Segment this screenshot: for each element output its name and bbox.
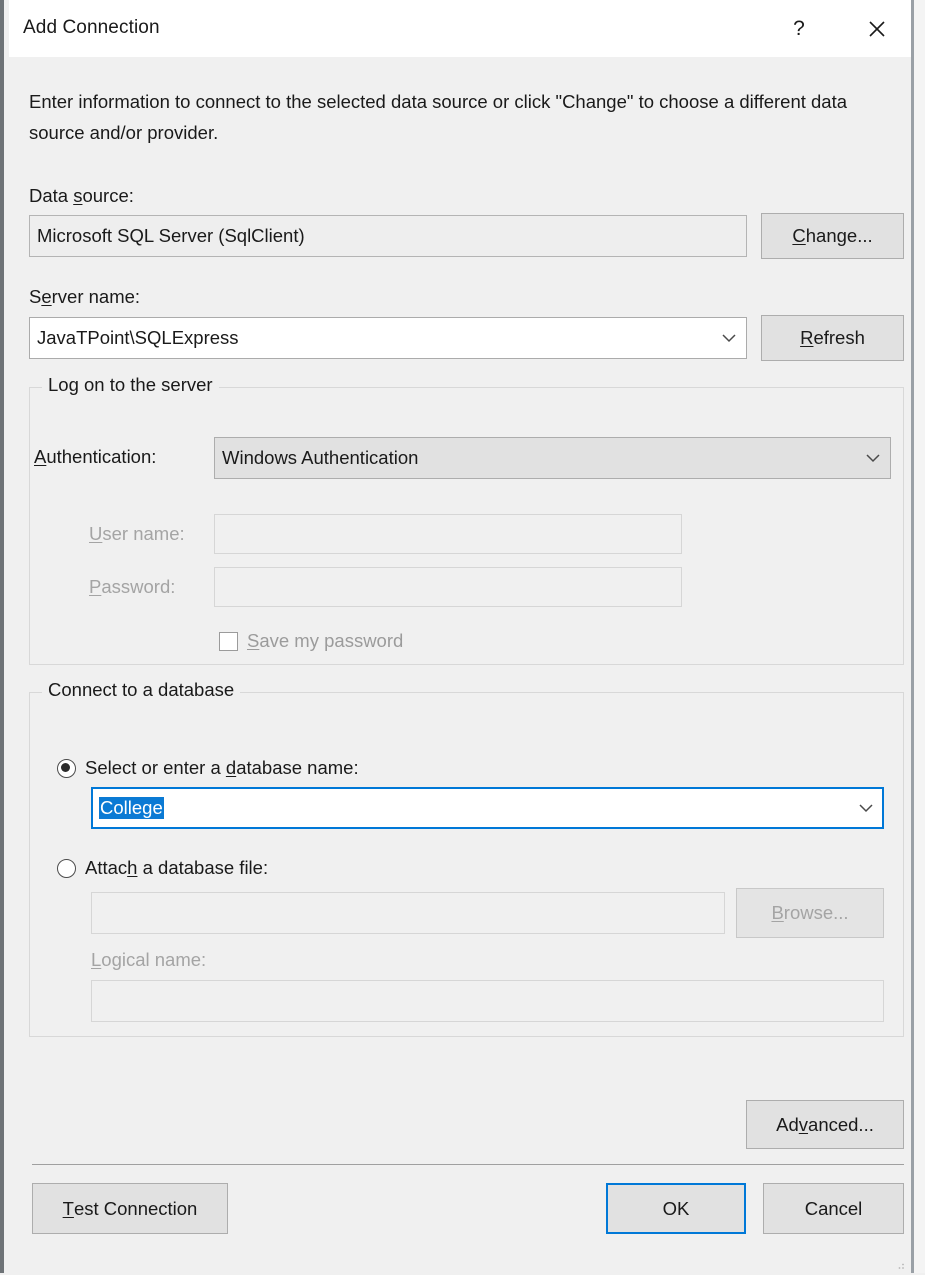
test-connection-button[interactable]: Test Connection xyxy=(32,1183,228,1234)
advanced-button[interactable]: Advanced... xyxy=(746,1100,904,1149)
ok-button[interactable]: OK xyxy=(606,1183,746,1234)
change-button[interactable]: Change... xyxy=(761,213,904,259)
database-name-value: College xyxy=(99,797,164,819)
save-password-label: Save my password xyxy=(247,630,403,652)
attach-database-label: Attach a database file: xyxy=(85,857,268,879)
server-name-combobox[interactable]: JavaTPoint\SQLExpress xyxy=(29,317,747,359)
user-name-input[interactable] xyxy=(214,514,682,554)
window-right-edge-soft xyxy=(914,0,925,1273)
logon-groupbox-title: Log on to the server xyxy=(42,374,219,396)
title-bar: Add Connection ? xyxy=(9,0,911,57)
add-connection-window: Add Connection ? Enter information to co… xyxy=(0,0,925,1273)
window-title: Add Connection xyxy=(23,17,160,39)
user-name-label: User name: xyxy=(89,523,185,545)
dialog-body: Enter information to connect to the sele… xyxy=(9,57,911,1273)
server-name-value: JavaTPoint\SQLExpress xyxy=(30,327,712,349)
save-password-checkbox-row[interactable]: Save my password xyxy=(219,630,403,652)
logical-name-input[interactable] xyxy=(91,980,884,1022)
password-input[interactable] xyxy=(214,567,682,607)
browse-button[interactable]: Browse... xyxy=(736,888,884,938)
authentication-label: Authentication: xyxy=(34,446,156,468)
cancel-button[interactable]: Cancel xyxy=(763,1183,904,1234)
instructions-text: Enter information to connect to the sele… xyxy=(29,86,859,148)
save-password-checkbox[interactable] xyxy=(219,632,238,651)
data-source-value-text: Microsoft SQL Server (SqlClient) xyxy=(37,225,305,247)
server-name-label: Server name: xyxy=(29,286,140,308)
chevron-down-icon[interactable] xyxy=(856,454,890,463)
dialog-surface: Add Connection ? Enter information to co… xyxy=(9,0,911,1273)
refresh-button[interactable]: Refresh xyxy=(761,315,904,361)
database-name-value-wrap: College xyxy=(92,797,849,819)
authentication-value: Windows Authentication xyxy=(215,447,856,469)
authentication-combobox[interactable]: Windows Authentication xyxy=(214,437,891,479)
select-database-radio-row[interactable]: Select or enter a database name: xyxy=(57,757,359,779)
database-name-combobox[interactable]: College xyxy=(91,787,884,829)
data-source-value[interactable]: Microsoft SQL Server (SqlClient) xyxy=(29,215,747,257)
attach-database-radio[interactable] xyxy=(57,859,76,878)
database-groupbox-title: Connect to a database xyxy=(42,679,240,701)
close-x-icon[interactable] xyxy=(849,0,905,57)
select-database-radio[interactable] xyxy=(57,759,76,778)
password-label: Password: xyxy=(89,576,175,598)
attach-database-file-input[interactable] xyxy=(91,892,725,934)
footer-separator xyxy=(32,1164,904,1165)
resize-grip-icon[interactable] xyxy=(893,1257,905,1269)
logical-name-label: Logical name: xyxy=(91,949,206,971)
chevron-down-icon[interactable] xyxy=(712,334,746,343)
select-database-label: Select or enter a database name: xyxy=(85,757,359,779)
chevron-down-icon[interactable] xyxy=(849,804,883,813)
help-question-icon[interactable]: ? xyxy=(771,0,827,57)
data-source-label: Data source: xyxy=(29,185,134,207)
attach-database-radio-row[interactable]: Attach a database file: xyxy=(57,857,268,879)
